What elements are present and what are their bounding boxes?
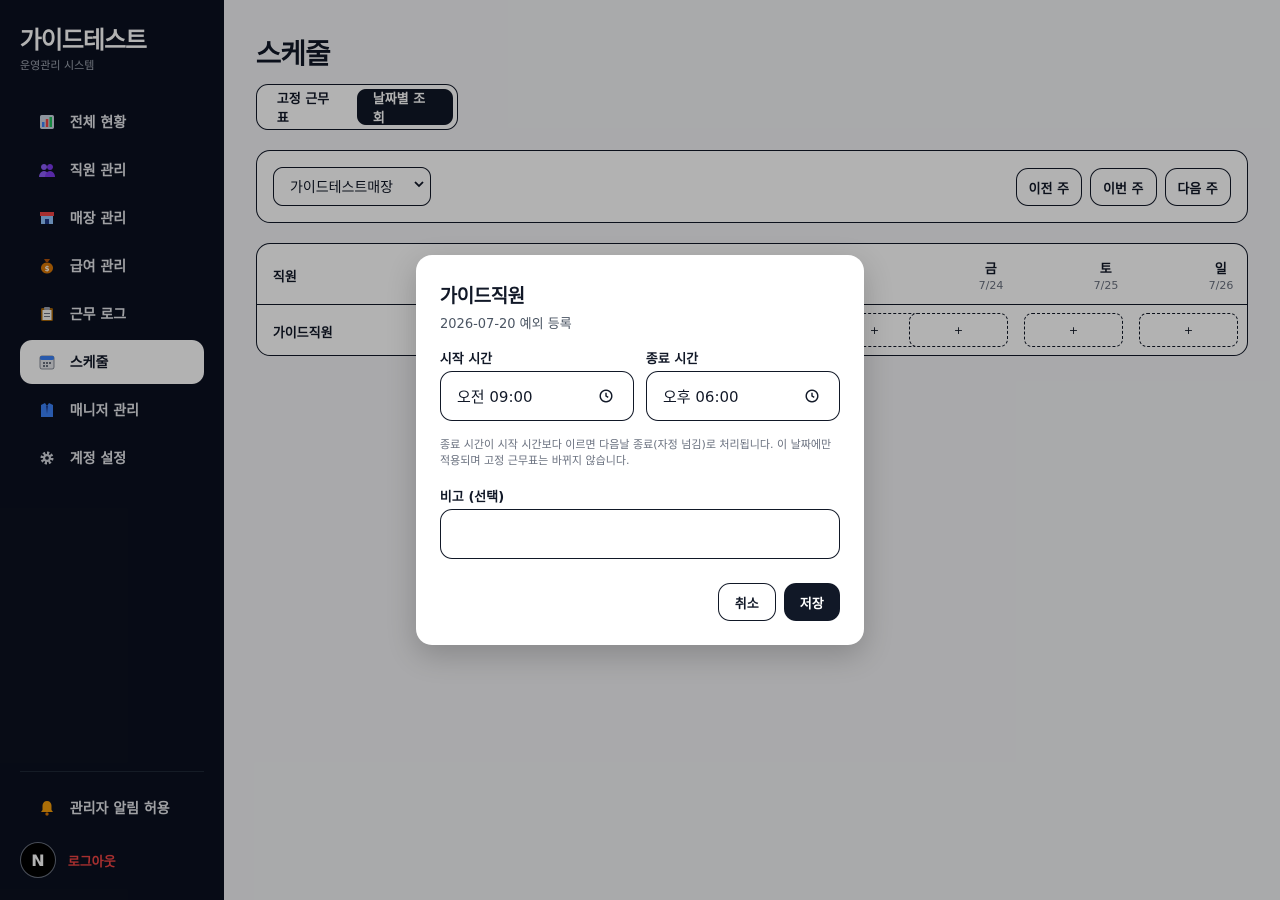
time-hint-text: 종료 시간이 시작 시간보다 이르면 다음날 종료(자정 넘김)로 처리됩니다.… [440,438,832,467]
start-time-value: 오전 09:00 [457,387,533,406]
memo-label: 비고 (선택) [440,490,505,505]
modal-subtitle: 2026-07-20 예외 등록 [440,317,572,332]
end-time-label: 종료 시간 [646,352,699,367]
clock-icon[interactable] [805,389,819,403]
cancel-button[interactable]: 취소 [718,583,776,621]
save-button[interactable]: 저장 [784,583,840,621]
clock-icon[interactable] [599,389,613,403]
end-time-value: 오후 06:00 [663,387,739,406]
start-time-input[interactable]: 오전 09:00 [440,371,634,421]
modal-title: 가이드직원 [440,285,525,307]
start-time-label: 시작 시간 [440,352,493,367]
exception-modal: 가이드직원 2026-07-20 예외 등록 시작 시간 오전 09:00 종료… [416,255,864,645]
memo-input[interactable] [440,509,840,559]
end-time-input[interactable]: 오후 06:00 [646,371,840,421]
